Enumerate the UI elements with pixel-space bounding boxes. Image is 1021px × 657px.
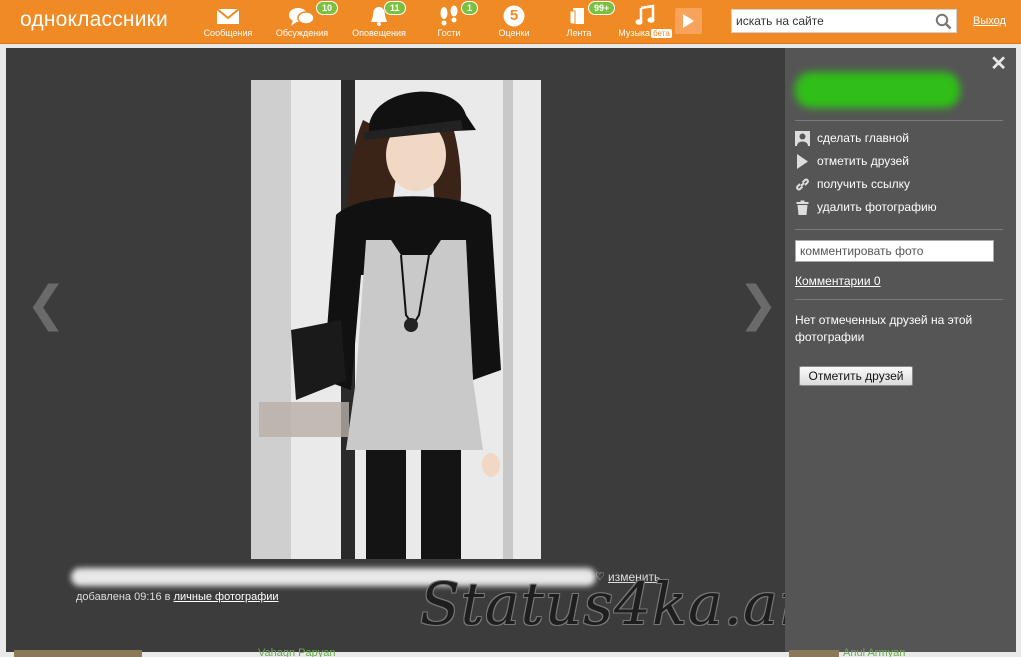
divider [795,229,1003,230]
nav-notifications[interactable]: Оповещения 11 [348,1,410,42]
nav-feed[interactable]: Лента 99+ [562,1,616,42]
ratings-icon-text: 5 [509,7,519,24]
top-bar: одноклассники Сообщения Обсуждения 10 Оп… [0,0,1021,44]
music-play-button[interactable] [675,8,702,34]
action-label: получить ссылку [817,177,910,191]
nav-guests[interactable]: Гости 1 [434,1,479,42]
nav-messages[interactable]: Сообщения [200,4,256,42]
photo-side-panel: ✕ сделать главной отметить друзей получи… [785,48,1016,652]
link-icon [796,178,809,191]
nav-label: Оценки [498,28,530,38]
added-time-text: добавлена 09:16 в [76,591,171,603]
nav-label: Обсуждения [275,28,329,38]
photo-illustration [251,80,541,559]
nav-ratings[interactable]: 5 Оценки [496,4,532,42]
nav-music[interactable]: Музыка бета [615,4,675,42]
action-label: сделать главной [817,131,909,145]
watermark: Status4ka.am [420,570,835,638]
photo-viewer: ❮ ❯ ♡ изменить добавлена 09:16 в личные … [6,48,1016,652]
divider [795,120,1003,121]
nav-discussions[interactable]: Обсуждения 10 [272,1,339,42]
prev-photo-arrow[interactable]: ❮ [26,276,66,332]
badge-notifications: 11 [384,1,406,15]
action-label: отметить друзей [817,154,909,168]
background-thumbnail[interactable] [789,650,839,657]
play-icon [683,14,694,28]
envelope-icon [216,8,240,24]
background-user-name[interactable]: Anul Armyan [843,647,905,657]
comment-box [795,240,994,262]
badge-guests: 1 [461,1,479,15]
comment-input[interactable] [796,241,993,261]
divider [795,299,1003,300]
trash-icon [796,200,809,215]
beta-tag: бета [651,29,672,38]
pointer-icon [797,154,808,169]
search-icon[interactable] [935,13,952,30]
background-user-name[interactable]: Vahagn Papyan [258,647,335,657]
music-note-icon [635,4,655,25]
photo-added-info: добавлена 09:16 в личные фотографии [76,591,279,603]
no-tagged-friends-text: Нет отмеченных друзей на этой фотографии [795,313,973,344]
photo-stage: ❮ ❯ ♡ изменить добавлена 09:16 в личные … [6,48,834,652]
album-link[interactable]: личные фотографии [174,591,279,603]
portrait-icon [795,131,810,146]
nav-label: Сообщения [203,28,253,38]
photo-image [251,80,541,559]
badge-feed: 99+ [588,1,616,15]
next-photo-arrow[interactable]: ❯ [738,276,778,332]
close-icon[interactable]: ✕ [990,51,1007,76]
comments-count-link[interactable]: Комментарии 0 [795,274,881,288]
nav-label-text: Музыка [618,28,651,38]
site-logo[interactable]: одноклассники [20,8,168,32]
nav-label: Оповещения [352,28,406,38]
tag-friends-button[interactable]: Отметить друзей [799,366,913,386]
action-label: удалить фотографию [817,200,937,214]
search-box [731,9,957,33]
footprints-icon [440,5,458,26]
nav-label: Гости [437,28,461,38]
background-thumbnail[interactable] [14,650,142,657]
nav-label: Музыка бета [615,28,675,39]
owner-name-redacted [795,72,960,108]
speech-bubbles-icon [289,8,315,26]
logout-link[interactable]: Выход [973,15,1006,27]
search-input[interactable] [732,10,928,32]
nav-label: Лента [566,28,592,38]
badge-discussions: 10 [316,1,339,15]
